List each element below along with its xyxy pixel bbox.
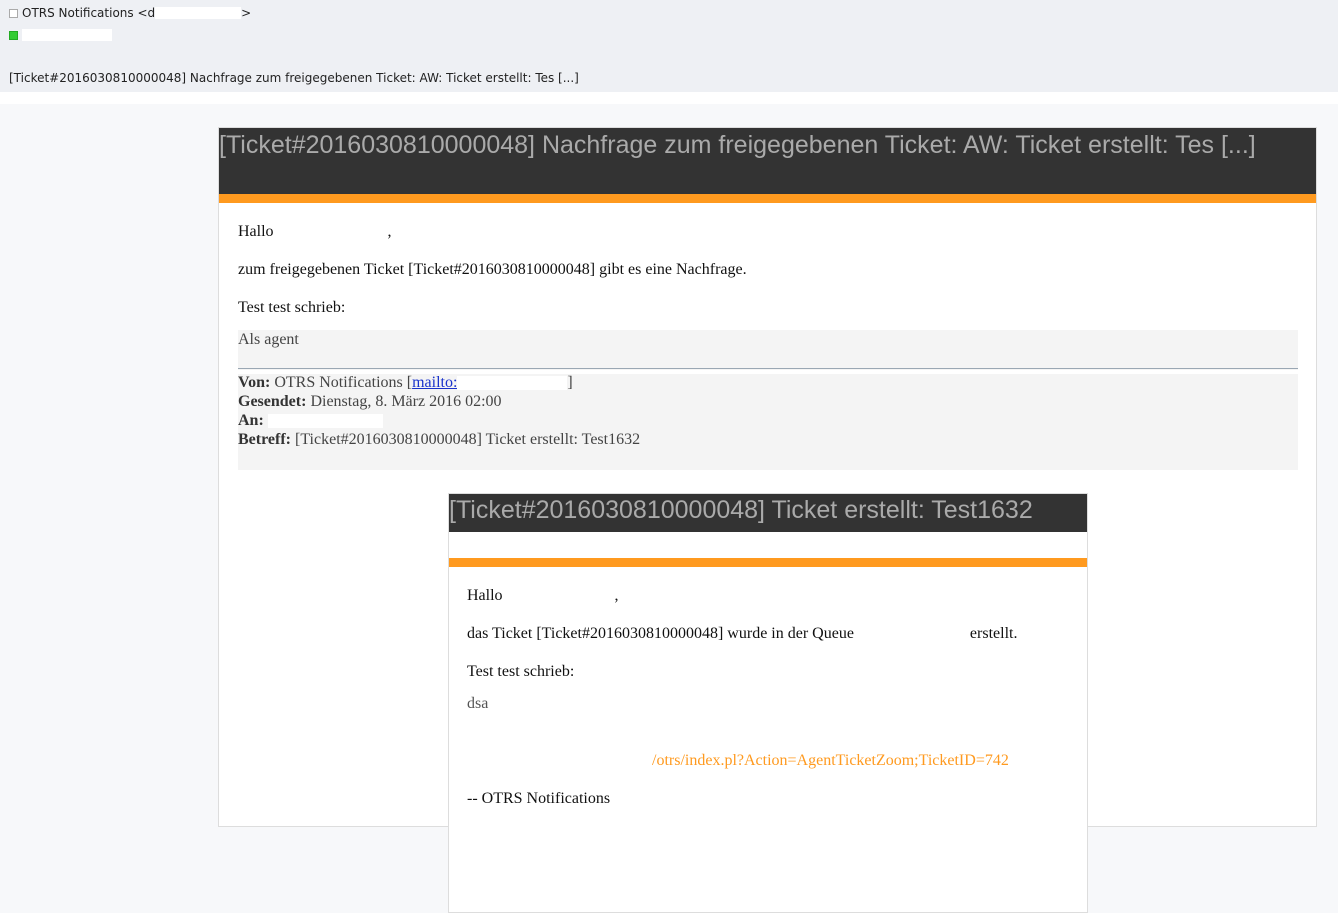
inner-greeting-suffix: , bbox=[614, 587, 619, 604]
subject-text: [Ticket#2016030810000048] Nachfrage zum … bbox=[9, 71, 579, 85]
meta-to: An: bbox=[238, 412, 383, 430]
redacted-to bbox=[267, 414, 383, 429]
greeting: Hallo , bbox=[238, 223, 392, 241]
inner-orange-bar bbox=[449, 558, 1087, 567]
subject-row: [Ticket#2016030810000048] Nachfrage zum … bbox=[9, 71, 579, 85]
inquiry-line: zum freigegebenen Ticket [Ticket#2016030… bbox=[238, 261, 747, 278]
inner-greeting: Hallo , bbox=[467, 587, 619, 605]
to-label: An: bbox=[238, 412, 264, 429]
ticket-link-text[interactable]: /otrs/index.pl?Action=AgentTicketZoom;Ti… bbox=[652, 752, 1009, 769]
greeting-text: Hallo bbox=[238, 223, 274, 240]
from-checkbox[interactable] bbox=[9, 8, 18, 18]
quote-divider bbox=[238, 368, 1298, 369]
header-separator bbox=[0, 92, 1338, 104]
sent-value: Dienstag, 8. März 2016 02:00 bbox=[310, 393, 502, 410]
subject-value: [Ticket#2016030810000048] Ticket erstell… bbox=[295, 431, 641, 448]
forward-meta: Von: OTRS Notifications [mailto:] Gesend… bbox=[238, 374, 1298, 470]
redacted-url-host bbox=[467, 753, 652, 770]
ticket-link[interactable]: /otrs/index.pl?Action=AgentTicketZoom;Ti… bbox=[467, 752, 1009, 770]
meta-subject: Betreff: [Ticket#2016030810000048] Ticke… bbox=[238, 431, 640, 449]
inner-wrote-line: Test test schrieb: bbox=[467, 663, 575, 680]
inner-greeting-text: Hallo bbox=[467, 587, 503, 604]
orange-bar bbox=[219, 194, 1316, 203]
redacted-recipient bbox=[22, 29, 112, 41]
inner-queue-line: das Ticket [Ticket#2016030810000048] wur… bbox=[467, 625, 1017, 643]
queue-suffix: erstellt. bbox=[969, 625, 1018, 642]
meta-sent: Gesendet: Dienstag, 8. März 2016 02:00 bbox=[238, 393, 502, 411]
from-value: OTRS Notifications [ bbox=[274, 374, 413, 391]
recipient-row bbox=[9, 29, 112, 41]
quote-text: Als agent bbox=[238, 331, 299, 348]
inner-redacted-name bbox=[506, 588, 615, 605]
email-banner: [Ticket#2016030810000048] Nachfrage zum … bbox=[219, 128, 1316, 194]
redacted-email bbox=[155, 7, 242, 19]
inner-body: dsa bbox=[467, 695, 489, 712]
message-header: OTRS Notifications <d > [Ticket#20160308… bbox=[0, 0, 1338, 93]
wrote-line: Test test schrieb: bbox=[238, 299, 346, 316]
inner-banner: [Ticket#2016030810000048] Ticket erstell… bbox=[449, 494, 1087, 532]
from-suffix: > bbox=[241, 6, 252, 20]
meta-from: Von: OTRS Notifications [mailto:] bbox=[238, 374, 573, 392]
from-name: OTRS Notifications <d bbox=[22, 6, 156, 20]
email-body: [Ticket#2016030810000048] Nachfrage zum … bbox=[218, 127, 1317, 913]
quote-block: Als agent bbox=[238, 330, 1298, 370]
queue-text: das Ticket [Ticket#2016030810000048] wur… bbox=[467, 625, 854, 642]
greeting-suffix: , bbox=[387, 223, 392, 240]
from-label: Von: bbox=[238, 374, 271, 391]
inner-banner-title: [Ticket#2016030810000048] Ticket erstell… bbox=[449, 496, 1033, 524]
recipient-status-icon[interactable] bbox=[9, 30, 18, 40]
subject-label: Betreff: bbox=[238, 431, 291, 448]
from-end: ] bbox=[567, 374, 573, 391]
quoted-notification: [Ticket#2016030810000048] Ticket erstell… bbox=[448, 493, 1088, 913]
redacted-queue bbox=[857, 626, 966, 643]
sent-label: Gesendet: bbox=[238, 393, 307, 410]
signature: -- OTRS Notifications bbox=[467, 790, 611, 807]
redacted-name bbox=[277, 224, 388, 241]
banner-title: [Ticket#2016030810000048] Nachfrage zum … bbox=[219, 131, 1256, 159]
from-row: OTRS Notifications <d > bbox=[9, 6, 251, 20]
mailto-link[interactable]: mailto: bbox=[412, 374, 568, 391]
